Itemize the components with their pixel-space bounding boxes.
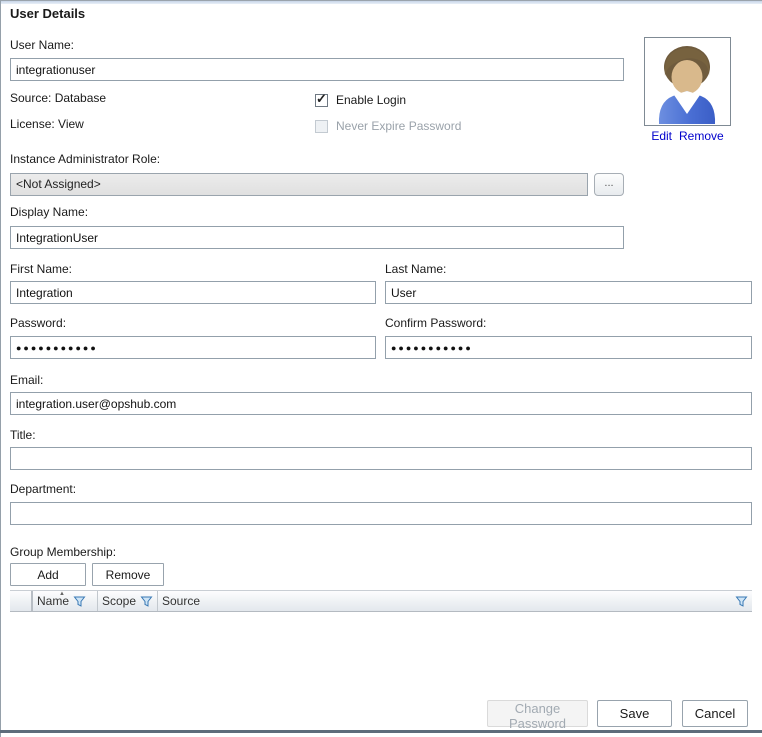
instance-admin-role-field: <Not Assigned>: [10, 173, 588, 196]
browse-role-button[interactable]: ...: [594, 173, 624, 196]
password-label: Password:: [10, 316, 66, 330]
change-password-button: Change Password: [487, 700, 588, 727]
last-name-label: Last Name:: [385, 262, 446, 276]
group-table-column-source[interactable]: Source: [158, 591, 752, 611]
sort-ascending-icon: ▲: [59, 591, 65, 597]
filter-funnel-icon[interactable]: [73, 595, 86, 608]
instance-admin-role-label: Instance Administrator Role:: [10, 152, 160, 166]
title-input[interactable]: [10, 447, 752, 470]
group-table-body: [10, 613, 752, 688]
column-scope-label: Scope: [102, 594, 136, 608]
window-top-glow: [0, 1, 762, 4]
never-expire-checkbox: [315, 120, 328, 133]
filter-funnel-icon[interactable]: [735, 595, 748, 608]
group-table-column-name[interactable]: ▲ Name: [33, 591, 98, 611]
confirm-password-input[interactable]: [385, 336, 752, 359]
department-label: Department:: [10, 482, 76, 496]
group-add-button[interactable]: Add: [10, 563, 86, 586]
group-table-header: ▲ Name Scope Source: [10, 590, 752, 612]
department-input[interactable]: [10, 502, 752, 525]
enable-login-checkbox[interactable]: ✓: [315, 94, 328, 107]
user-avatar: [644, 37, 731, 126]
column-source-label: Source: [162, 594, 200, 608]
check-icon: ✓: [316, 91, 327, 107]
person-icon: [645, 38, 730, 125]
user-details-panel: User Details User Name: Source: Database…: [0, 0, 762, 737]
page-title: User Details: [10, 6, 85, 21]
user-name-input[interactable]: [10, 58, 624, 81]
window-bottom-edge: [0, 730, 762, 733]
license-text: License: View: [10, 117, 84, 131]
source-text: Source: Database: [10, 91, 106, 105]
group-membership-label: Group Membership:: [10, 545, 116, 559]
save-button[interactable]: Save: [597, 700, 672, 727]
last-name-input[interactable]: [385, 281, 752, 304]
email-input[interactable]: [10, 392, 752, 415]
filter-funnel-icon[interactable]: [140, 595, 153, 608]
first-name-input[interactable]: [10, 281, 376, 304]
group-remove-button[interactable]: Remove: [92, 563, 164, 586]
first-name-label: First Name:: [10, 262, 72, 276]
avatar-edit-link[interactable]: Edit: [651, 129, 672, 143]
avatar-remove-link[interactable]: Remove: [679, 129, 724, 143]
group-table-selector-column: [10, 591, 33, 611]
display-name-label: Display Name:: [10, 205, 88, 219]
enable-login-label: Enable Login: [336, 93, 406, 107]
password-input[interactable]: [10, 336, 376, 359]
avatar-actions: Edit Remove: [644, 129, 731, 143]
confirm-password-label: Confirm Password:: [385, 316, 486, 330]
email-label: Email:: [10, 373, 43, 387]
cancel-button[interactable]: Cancel: [682, 700, 748, 727]
title-label: Title:: [10, 428, 36, 442]
group-table-column-scope[interactable]: Scope: [98, 591, 158, 611]
display-name-input[interactable]: [10, 226, 624, 249]
user-name-label: User Name:: [10, 38, 74, 52]
window-left-edge: [0, 0, 1, 737]
never-expire-label: Never Expire Password: [336, 119, 461, 133]
